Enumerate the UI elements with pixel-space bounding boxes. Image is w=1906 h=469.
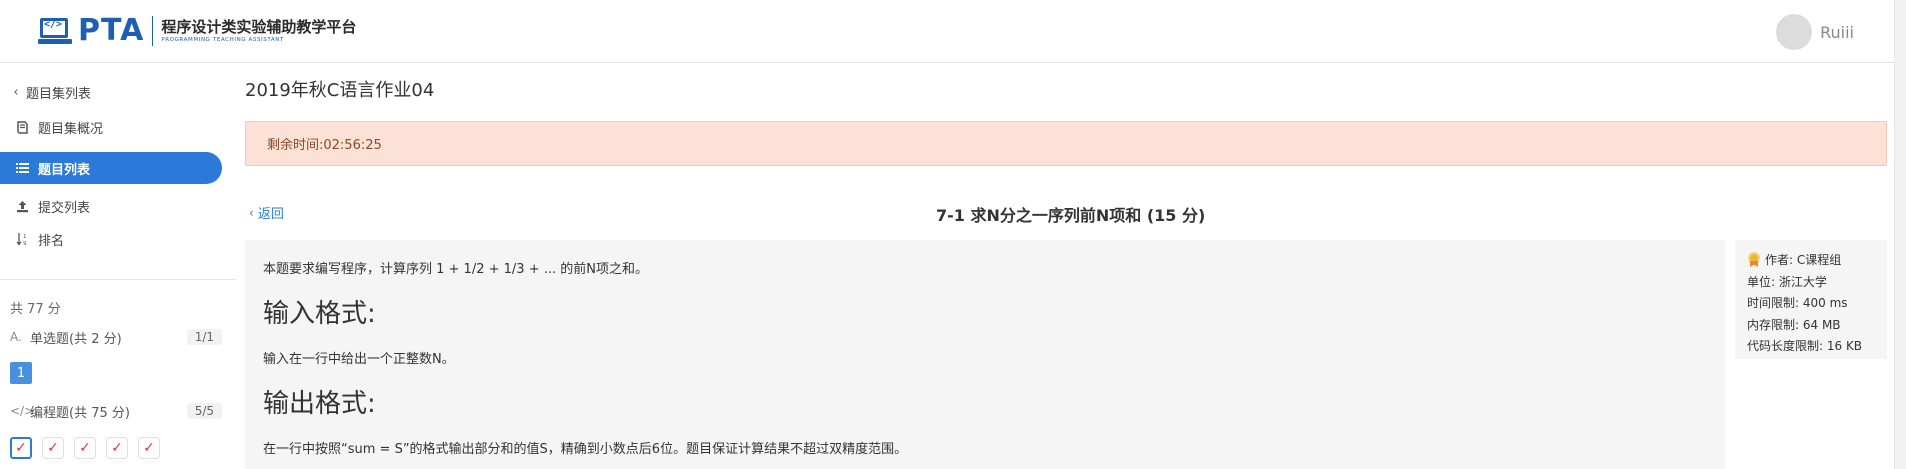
group-count-badge: 5/5: [186, 403, 222, 419]
programming-question-4[interactable]: ✓: [106, 437, 128, 459]
laptop-code-icon: </>: [38, 16, 72, 46]
back-label: 返回: [257, 207, 284, 222]
avatar[interactable]: [1776, 14, 1813, 50]
group-programming[interactable]: </> 编程题(共 75 分) 5/5: [10, 400, 222, 422]
check-icon: ✓: [15, 440, 27, 456]
logo-subtitle: 程序设计类实验辅助教学平台 PROGRAMMING TEACHING ASSIS…: [161, 18, 356, 44]
description-text: 本题要求编写程序，计算序列 1 + 1/2 + 1/3 + ... 的前N项之和…: [263, 262, 648, 277]
group-count-badge: 1/1: [186, 329, 222, 345]
problem-title: 7-1 求N分之一序列前N项和 (15 分): [936, 206, 1206, 225]
sidebar-back-label: 题目集列表: [26, 86, 92, 102]
timer-alert: 剩余时间:02:56:25: [245, 121, 1887, 166]
chevron-left-icon: ‹: [249, 205, 254, 220]
sidebar-item-label: 题目集概况: [38, 121, 104, 137]
logo-divider: [152, 16, 154, 46]
check-icon: ✓: [47, 440, 59, 456]
sidebar-item-label: 题目列表: [38, 162, 91, 178]
output-format-heading: 输出格式:: [263, 389, 376, 419]
input-format-text: 输入在一行中给出一个正整数N。: [263, 352, 455, 367]
username[interactable]: Ruiii: [1820, 23, 1854, 42]
back-link[interactable]: ‹ 返回: [249, 203, 284, 223]
code-icon: </>: [10, 404, 35, 418]
single-choice-icon: A.: [10, 330, 22, 344]
upload-icon: [12, 200, 32, 213]
sidebar-item-submissions[interactable]: 提交列表: [12, 191, 90, 221]
sidebar-item-overview[interactable]: 题目集概况: [12, 112, 103, 142]
author-text: 作者: C课程组: [1765, 253, 1842, 267]
list-icon: [12, 162, 32, 174]
sidebar-back-to-set-list[interactable]: ‹ 题目集列表: [10, 77, 91, 107]
unit-row: 单位: 浙江大学: [1747, 274, 1827, 289]
author-row: 作者: C课程组: [1747, 250, 1887, 272]
sidebar-item-ranking[interactable]: 19 排名: [12, 224, 64, 254]
pta-logo[interactable]: </> PTA 程序设计类实验辅助教学平台 PROGRAMMING TEACHI…: [38, 14, 356, 48]
svg-text:1: 1: [23, 234, 27, 240]
timer-text: 剩余时间:02:56:25: [267, 138, 382, 153]
top-navbar: </> PTA 程序设计类实验辅助教学平台 PROGRAMMING TEACHI…: [0, 0, 1906, 63]
single-choice-question-1[interactable]: 1: [10, 362, 32, 384]
problem-description: 本题要求编写程序，计算序列 1 + 1/2 + 1/3 + ... 的前N项之和…: [245, 240, 1725, 469]
check-icon: ✓: [111, 440, 123, 456]
code-limit-row: 代码长度限制: 16 KB: [1747, 339, 1863, 353]
programming-question-2[interactable]: ✓: [42, 437, 64, 459]
group-label: 单选题(共 2 分): [30, 331, 122, 347]
chevron-left-icon: ‹: [13, 84, 19, 100]
group-single-choice[interactable]: A. 单选题(共 2 分) 1/1: [10, 326, 222, 348]
logo-text: PTA: [78, 13, 145, 48]
svg-text:9: 9: [23, 241, 27, 246]
check-icon: ✓: [143, 440, 155, 456]
sidebar: ‹ 题目集列表 题目集概况 题目列表 提交列表 19 排名 共 77 分 A. …: [0, 64, 236, 469]
page-scrollbar[interactable]: [1894, 0, 1906, 469]
sidebar-item-label: 提交列表: [38, 200, 91, 216]
output-format-text: 在一行中按照“sum = S”的格式输出部分和的值S，精确到小数点后6位。题目保…: [263, 442, 908, 457]
group-label: 编程题(共 75 分): [30, 405, 130, 421]
input-format-heading: 输入格式:: [263, 299, 376, 329]
programming-question-list: ✓ ✓ ✓ ✓ ✓: [10, 437, 160, 459]
page-title: 2019年秋C语言作业04: [245, 80, 435, 101]
programming-question-3[interactable]: ✓: [74, 437, 96, 459]
problem-info-panel: 作者: C课程组 单位: 浙江大学 时间限制: 400 ms 内存限制: 64 …: [1735, 240, 1887, 359]
sort-icon: 19: [12, 232, 32, 246]
platform-name: 程序设计类实验辅助教学平台: [161, 18, 357, 36]
user-menu[interactable]: Ruiii: [1776, 14, 1854, 50]
medal-icon: [1747, 252, 1761, 267]
programming-question-1[interactable]: ✓: [10, 437, 32, 459]
memory-limit-row: 内存限制: 64 MB: [1747, 317, 1841, 332]
sidebar-item-label: 排名: [38, 233, 65, 249]
sidebar-item-problem-list[interactable]: 题目列表: [0, 152, 222, 184]
sidebar-divider: [0, 279, 236, 280]
book-icon: [12, 120, 32, 134]
platform-name-en: PROGRAMMING TEACHING ASSISTANT: [161, 37, 284, 43]
total-score: 共 77 分: [10, 302, 61, 317]
time-limit-row: 时间限制: 400 ms: [1747, 296, 1848, 310]
check-icon: ✓: [79, 440, 91, 456]
programming-question-5[interactable]: ✓: [138, 437, 160, 459]
